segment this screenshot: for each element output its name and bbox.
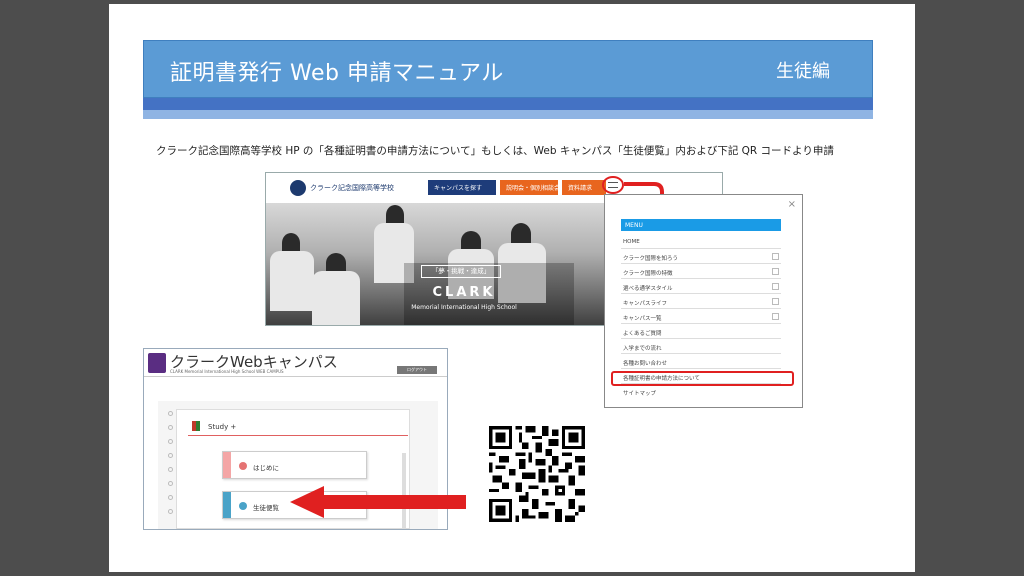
menu-item-features[interactable]: クラーク国際の特徴: [621, 265, 781, 279]
nav-briefing-button[interactable]: 説明会・個別相談会: [500, 180, 560, 195]
menu-item-campus-list[interactable]: キャンパス一覧: [621, 310, 781, 324]
campus-header: クラークWebキャンパス CLARK Memorial Internationa…: [144, 349, 447, 377]
book-icon: [192, 421, 200, 431]
card-label: はじめに: [253, 464, 279, 472]
banner-band-light: [143, 110, 873, 119]
student-head: [386, 205, 404, 225]
bullet-icon: [168, 411, 173, 416]
campus-subtitle: CLARK Memorial International High School…: [170, 369, 284, 374]
study-label: Study +: [208, 423, 237, 431]
pointer-arrow-icon: [290, 486, 466, 518]
card-strip: [223, 492, 231, 518]
bullet-icon: [168, 453, 173, 458]
banner-band-dark: [143, 98, 873, 110]
card-strip: [223, 452, 231, 478]
menu-item-faq[interactable]: よくあるご質問: [621, 325, 781, 339]
study-divider: [188, 435, 408, 436]
student-head: [326, 253, 346, 273]
student-body: [312, 271, 360, 325]
bullet-icon: [168, 509, 173, 514]
card-introduction[interactable]: はじめに: [222, 451, 367, 479]
menu-item-campus-life[interactable]: キャンパスライフ: [621, 295, 781, 309]
menu-item-about[interactable]: クラーク国際を知ろう: [621, 250, 781, 264]
menu-item-admission-flow[interactable]: 入学までの流れ: [621, 340, 781, 354]
page-title: 証明書発行 Web 申請マニュアル: [170, 61, 504, 86]
menu-item-home[interactable]: HOME: [621, 235, 781, 249]
bullet-icon: [168, 495, 173, 500]
expand-icon[interactable]: [772, 313, 779, 320]
student-head: [461, 231, 481, 251]
student-body: [270, 251, 314, 311]
logout-button[interactable]: ログアウト: [397, 366, 437, 374]
bullet-icon: [168, 481, 173, 486]
hero-brand: CLARK: [432, 285, 496, 300]
menu-header: MENU: [621, 219, 781, 231]
nav-campus-button[interactable]: キャンパスを探す: [428, 180, 496, 195]
site-logo-text: クラーク記念国際高等学校: [310, 184, 394, 192]
bullet-icon: [168, 425, 173, 430]
nav-brochure-button[interactable]: 資料請求: [562, 180, 606, 195]
card-label: 生徒便覧: [253, 504, 279, 512]
hero-slogan: 「夢・挑戦・達成」: [421, 265, 501, 278]
title-banner: 証明書発行 Web 申請マニュアル 生徒編: [143, 40, 873, 98]
campus-logo-icon: [148, 353, 166, 373]
bullet-icon: [168, 467, 173, 472]
student-head: [282, 233, 300, 253]
menu-item-styles[interactable]: 選べる通学スタイル: [621, 280, 781, 294]
card-icon: [239, 462, 247, 470]
hero-brand-subtitle: Memorial International High School: [411, 304, 517, 311]
expand-icon[interactable]: [772, 268, 779, 275]
expand-icon[interactable]: [772, 283, 779, 290]
bullet-icon: [168, 439, 173, 444]
qr-code-icon[interactable]: [489, 426, 585, 522]
expand-icon[interactable]: [772, 298, 779, 305]
card-icon: [239, 502, 247, 510]
school-logo-icon: [290, 180, 306, 196]
menu-item-sitemap[interactable]: サイトマップ: [621, 385, 781, 399]
menu-item-contact[interactable]: 各種お問い合わせ: [621, 355, 781, 369]
certificate-highlight-box: [611, 371, 794, 386]
student-head: [511, 223, 531, 245]
close-icon[interactable]: ×: [788, 199, 796, 210]
audience-tag: 生徒編: [776, 61, 830, 82]
instruction-text: クラーク記念国際高等学校 HP の「各種証明書の申請方法について」もしくは、We…: [156, 145, 834, 157]
expand-icon[interactable]: [772, 253, 779, 260]
